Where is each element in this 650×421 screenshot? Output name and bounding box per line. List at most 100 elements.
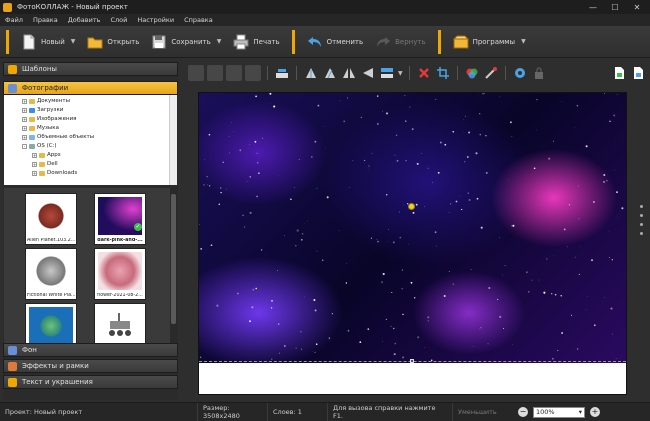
expand-icon[interactable]: +	[22, 107, 27, 113]
download-folder-icon	[29, 107, 35, 113]
photos-section-header[interactable]: Фотографии	[3, 81, 178, 95]
gear-icon[interactable]	[512, 65, 528, 81]
photo-thumbnail[interactable]	[94, 303, 146, 347]
reduce-button[interactable]: Уменьшить	[453, 403, 513, 421]
resize-handle[interactable]	[410, 359, 414, 363]
expand-icon[interactable]: +	[22, 116, 27, 122]
effects-wand-icon[interactable]	[483, 65, 499, 81]
save-button[interactable]: Сохранить ▼	[145, 29, 227, 55]
star	[443, 294, 446, 298]
tree-item[interactable]: + Объемные объекты	[22, 134, 94, 140]
space-photo-layer[interactable]	[199, 93, 626, 363]
star	[326, 196, 329, 199]
align-icon[interactable]	[274, 65, 290, 81]
undo-button[interactable]: Отменить	[301, 29, 370, 55]
collage-canvas[interactable]	[198, 92, 627, 395]
minimize-button[interactable]: —	[582, 0, 604, 14]
folder-icon	[39, 170, 45, 176]
rotation-handle[interactable]	[408, 203, 415, 210]
zoom-out-button[interactable]: −	[518, 407, 528, 417]
text-section-header[interactable]: Текст и украшения	[3, 375, 178, 389]
open-button[interactable]: Открыть	[81, 29, 145, 55]
folder-tree[interactable]: + Документы + Загрузки + Изображения + Музык…	[4, 95, 177, 185]
star	[273, 105, 276, 108]
tree-item[interactable]: + Документы	[22, 98, 70, 104]
color-correction-icon[interactable]	[464, 65, 480, 81]
print-button[interactable]: Печать	[227, 29, 285, 55]
photo-thumbnail[interactable]: Alien Planet.103.2...	[25, 193, 77, 245]
star	[368, 165, 370, 167]
photo-gallery: Alien Planet.103.2... ✓ dark-pink-and-..…	[4, 188, 177, 347]
crop-icon[interactable]	[435, 65, 451, 81]
photo-thumbnail[interactable]	[25, 303, 77, 347]
tree-scrollbar[interactable]	[169, 95, 177, 185]
star	[278, 352, 280, 354]
star	[613, 169, 615, 171]
zoom-in-button[interactable]: +	[590, 407, 600, 417]
page-settings-icon[interactable]	[611, 65, 627, 81]
frame-icon	[8, 361, 17, 371]
menu-help[interactable]: Справка	[179, 16, 218, 24]
menu-settings[interactable]: Настройки	[132, 16, 179, 24]
star	[416, 162, 419, 165]
page-export-icon[interactable]	[630, 65, 646, 81]
menu-edit[interactable]: Правка	[28, 16, 63, 24]
programs-button[interactable]: Программы ▼	[447, 29, 532, 55]
star	[585, 308, 587, 310]
expand-icon[interactable]: +	[22, 125, 27, 131]
maximize-button[interactable]: ☐	[604, 0, 626, 14]
rotate-right-icon[interactable]	[322, 65, 338, 81]
redo-arrow-icon	[377, 36, 391, 47]
tree-item-label: Объемные объекты	[37, 134, 95, 140]
bring-forward-icon[interactable]	[207, 65, 223, 81]
effects-section-header[interactable]: Эффекты и рамки	[3, 359, 178, 373]
expand-icon[interactable]: +	[32, 170, 37, 176]
rotate-left-icon[interactable]	[303, 65, 319, 81]
menu-add[interactable]: Добавить	[63, 16, 106, 24]
bring-front-icon[interactable]	[188, 65, 204, 81]
star	[510, 121, 512, 124]
expand-icon[interactable]: +	[32, 152, 37, 158]
redo-button[interactable]: Вернуть	[369, 29, 431, 55]
new-button[interactable]: Новый ▼	[15, 29, 81, 55]
close-button[interactable]: ✕	[626, 0, 648, 14]
layout-icon[interactable]	[379, 65, 395, 81]
photo-thumbnail[interactable]: Fictional White Pla...	[25, 248, 77, 300]
panel-grip[interactable]	[640, 205, 644, 255]
expand-icon[interactable]: +	[22, 134, 27, 140]
tree-item[interactable]: - OS (C:)	[22, 143, 57, 149]
zoom-select[interactable]: 100% ▾	[533, 406, 585, 418]
tree-item[interactable]: + Apps	[32, 152, 61, 158]
star	[606, 180, 608, 182]
menu-file[interactable]: Файл	[0, 16, 28, 24]
star	[376, 238, 378, 240]
chevron-down-icon[interactable]: ▼	[521, 38, 526, 45]
folder-icon	[29, 116, 35, 122]
background-section-header[interactable]: Фон	[3, 343, 178, 357]
collapse-icon[interactable]: -	[22, 143, 27, 149]
expand-icon[interactable]: +	[22, 98, 27, 104]
templates-section-header[interactable]: Шаблоны	[3, 62, 178, 76]
tree-item[interactable]: + Музыка	[22, 125, 59, 131]
star	[314, 140, 317, 143]
delete-icon[interactable]	[416, 65, 432, 81]
tree-item[interactable]: + Изображения	[22, 116, 76, 122]
star	[364, 159, 366, 161]
tree-item[interactable]: + Downloads	[32, 170, 77, 176]
flip-horizontal-icon[interactable]	[341, 65, 357, 81]
menu-layer[interactable]: Слой	[105, 16, 132, 24]
chevron-down-icon[interactable]: ▼	[398, 70, 403, 77]
expand-icon[interactable]: +	[32, 161, 37, 167]
photo-thumbnail[interactable]: flower-2021-08-2...	[94, 248, 146, 300]
gallery-scrollbar[interactable]	[170, 188, 177, 347]
tree-item[interactable]: + Загрузки	[22, 107, 63, 113]
flip-vertical-icon[interactable]	[360, 65, 376, 81]
send-back-icon[interactable]	[245, 65, 261, 81]
photo-thumbnail[interactable]: ✓ dark-pink-and-...	[94, 193, 146, 245]
chevron-down-icon[interactable]: ▼	[71, 38, 76, 45]
lock-icon[interactable]	[531, 65, 547, 81]
chevron-down-icon[interactable]: ▼	[217, 38, 222, 45]
send-backward-icon[interactable]	[226, 65, 242, 81]
scrollbar-thumb[interactable]	[171, 194, 176, 324]
tree-item[interactable]: + Dell	[32, 161, 58, 167]
